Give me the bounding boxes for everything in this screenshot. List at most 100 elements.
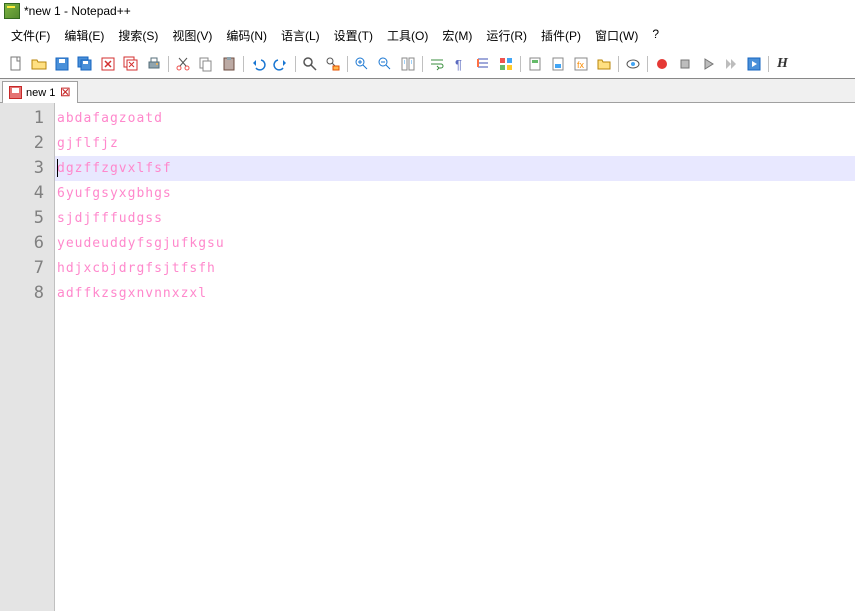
palette-icon [498,56,514,72]
stop-icon [677,56,693,72]
close-icon [100,56,116,72]
folder-icon [596,56,612,72]
editor-line[interactable]: adffkzsgxnvnnxzxl [55,281,855,306]
svg-text:fx: fx [577,60,585,70]
doc-list-button[interactable] [546,52,569,75]
open-file-button[interactable] [27,52,50,75]
menu-help[interactable]: ? [645,24,666,47]
line-number: 6 [0,231,44,256]
cut-icon [175,56,191,72]
line-number: 1 [0,106,44,131]
indent-guide-button[interactable] [471,52,494,75]
line-number: 3 [0,156,44,181]
folder-open-icon [31,56,47,72]
editor-line[interactable]: yeudeuddyfsgjufkgsu [55,231,855,256]
menubar: 文件(F) 编辑(E) 搜索(S) 视图(V) 编码(N) 语言(L) 设置(T… [0,22,855,49]
undo-button[interactable] [246,52,269,75]
line-number: 2 [0,131,44,156]
menu-settings[interactable]: 设置(T) [327,24,380,47]
pilcrow-icon: ¶ [452,56,468,72]
window-title: *new 1 - Notepad++ [24,4,131,18]
zoom-out-button[interactable] [373,52,396,75]
text-content[interactable]: abdafagzoatdgjflfjzdgzffzgvxlfsf6yufgsyx… [55,103,855,611]
redo-icon [273,56,289,72]
redo-button[interactable] [269,52,292,75]
zoom-in-button[interactable] [350,52,373,75]
print-button[interactable] [142,52,165,75]
line-number: 8 [0,281,44,306]
save-all-button[interactable] [73,52,96,75]
menu-edit[interactable]: 编辑(E) [57,24,111,47]
cut-button[interactable] [171,52,194,75]
editor-line[interactable]: 6yufgsyxgbhgs [55,181,855,206]
word-wrap-button[interactable] [425,52,448,75]
replace-button[interactable] [321,52,344,75]
doc-map-button[interactable] [523,52,546,75]
toolbar: ¶ fx H [0,49,855,79]
menu-encoding[interactable]: 编码(N) [219,24,274,47]
line-number: 7 [0,256,44,281]
app-icon [4,3,20,19]
menu-run[interactable]: 运行(R) [479,24,534,47]
tab-new-1[interactable]: new 1 ⊠ [2,81,78,103]
play-multi-icon [723,56,739,72]
editor-line[interactable]: dgzffzgvxlfsf [55,156,855,181]
new-file-icon [8,56,24,72]
indent-icon [475,56,491,72]
func-list-button[interactable]: fx [569,52,592,75]
menu-tools[interactable]: 工具(O) [380,24,435,47]
find-button[interactable] [298,52,321,75]
eye-icon [625,56,641,72]
copy-button[interactable] [194,52,217,75]
zoom-out-icon [377,56,393,72]
zoom-in-icon [354,56,370,72]
find-icon [302,56,318,72]
sync-icon [400,56,416,72]
h-icon: H [777,56,788,72]
titlebar: *new 1 - Notepad++ [0,0,855,22]
sync-scroll-button[interactable] [396,52,419,75]
menu-window[interactable]: 窗口(W) [588,24,645,47]
save-all-icon [77,56,93,72]
menu-language[interactable]: 语言(L) [274,24,327,47]
user-lang-button[interactable] [494,52,517,75]
folder-view-button[interactable] [592,52,615,75]
tab-label: new 1 [26,87,55,99]
close-all-button[interactable] [119,52,142,75]
play-icon [700,56,716,72]
save-icon [54,56,70,72]
save-macro-button[interactable] [742,52,765,75]
new-file-button[interactable] [4,52,27,75]
menu-search[interactable]: 搜索(S) [111,24,165,47]
menu-file[interactable]: 文件(F) [4,24,57,47]
line-number: 4 [0,181,44,206]
toolbar-h-button[interactable]: H [771,52,794,75]
run-macro-multi-button[interactable] [719,52,742,75]
save-button[interactable] [50,52,73,75]
copy-icon [198,56,214,72]
menu-view[interactable]: 视图(V) [165,24,219,47]
show-all-chars-button[interactable]: ¶ [448,52,471,75]
editor-line[interactable]: hdjxcbjdrgfsjtfsfh [55,256,855,281]
close-all-icon [123,56,139,72]
editor-line[interactable]: sjdjfffudgss [55,206,855,231]
play-macro-button[interactable] [696,52,719,75]
tabbar: new 1 ⊠ [0,79,855,103]
replace-icon [325,56,341,72]
svg-text:¶: ¶ [455,57,462,72]
menu-plugins[interactable]: 插件(P) [534,24,588,47]
editor-line[interactable]: abdafagzoatd [55,106,855,131]
menu-macro[interactable]: 宏(M) [435,24,479,47]
monitor-button[interactable] [621,52,644,75]
tab-close-button[interactable]: ⊠ [59,87,71,99]
paste-button[interactable] [217,52,240,75]
print-icon [146,56,162,72]
map-icon [527,56,543,72]
stop-macro-button[interactable] [673,52,696,75]
wrap-icon [429,56,445,72]
record-icon [654,56,670,72]
editor-line[interactable]: gjflfjz [55,131,855,156]
close-button[interactable] [96,52,119,75]
list-icon [550,56,566,72]
record-macro-button[interactable] [650,52,673,75]
